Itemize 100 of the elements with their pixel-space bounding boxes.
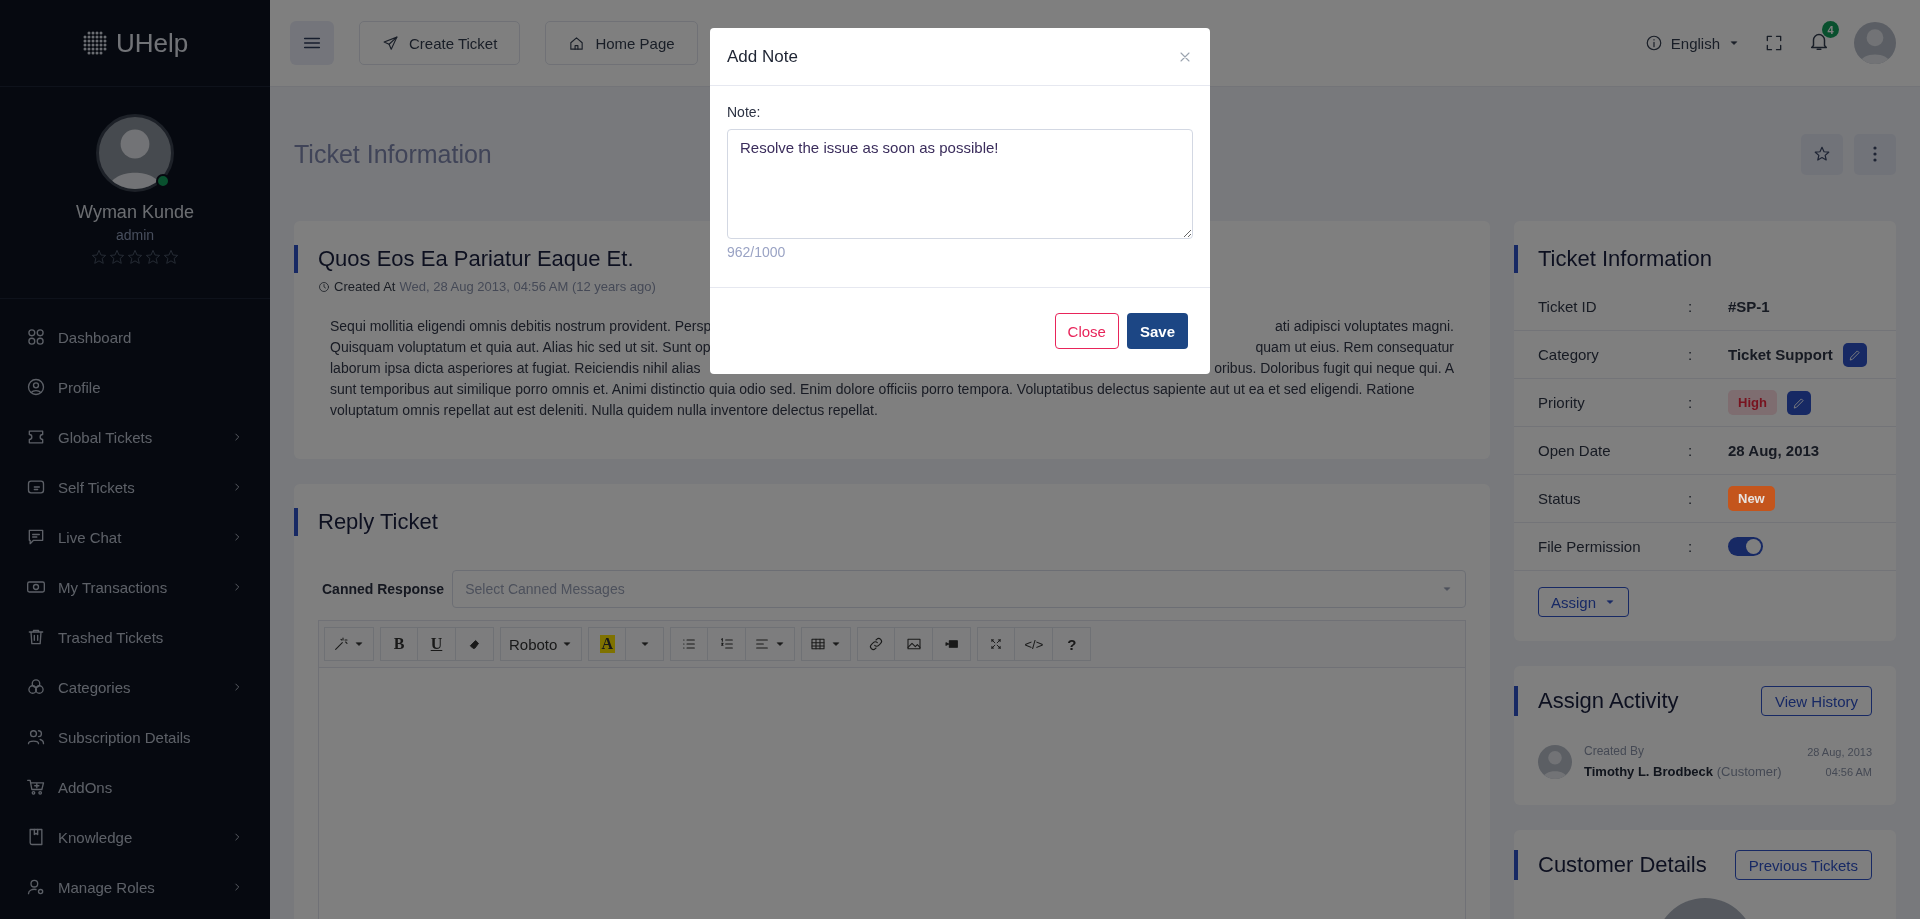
video-button[interactable] — [933, 627, 972, 661]
edit-button[interactable] — [1786, 390, 1811, 415]
nav-item[interactable]: My Transactions — [0, 562, 270, 612]
toggle-switch[interactable] — [1728, 537, 1763, 556]
nav-item[interactable]: Subscription Details — [0, 712, 270, 762]
wand-icon — [333, 636, 349, 652]
star-icon — [109, 249, 125, 265]
star-icon — [145, 249, 161, 265]
clock-icon — [318, 280, 330, 293]
create-ticket-button[interactable]: Create Ticket — [359, 21, 521, 65]
ticket-text: sunt temporibus aut similique porro omnis et. Animi distinctio quia odio sed. Enim dolore officiis porro tempora. Voluptatibus delectus sapiente aut ut ea et sed eligendi. Ratione voluptatum omnis repellat aut est deleniti. Nulla quidem nulla inventore delectus repellat. — [330, 380, 1416, 420]
ticket-text: Sequi mollitia eligendi omnis debitis nostrum provident. Persp — [330, 317, 712, 336]
note-field[interactable]: Resolve the issue as soon as possible! — [727, 129, 1193, 239]
users-icon — [26, 727, 46, 747]
separator-colon: : — [1688, 394, 1694, 411]
bold-button[interactable]: B — [380, 627, 418, 661]
help-button[interactable]: ? — [1053, 627, 1092, 661]
menu-button[interactable] — [290, 21, 334, 65]
separator-colon: : — [1688, 442, 1694, 459]
customer-role: (Customer) — [1716, 764, 1782, 779]
created-label: Created At — [334, 279, 396, 294]
paper-plane-icon — [382, 34, 399, 52]
nav-item[interactable]: Global Tickets — [0, 412, 270, 462]
activity-title: Assign Activity — [1538, 688, 1679, 714]
circles-icon — [26, 677, 46, 697]
image-button[interactable] — [895, 627, 934, 661]
separator-colon: : — [1688, 538, 1694, 555]
previous-tickets-button[interactable]: Previous Tickets — [1734, 850, 1872, 880]
expand-icon — [989, 637, 1004, 651]
activity-time: 04:56 AM — [1825, 765, 1872, 778]
status-badge: New — [1728, 486, 1775, 511]
grid-icon — [26, 327, 46, 347]
character-counter: 962/1000 — [727, 244, 787, 260]
separator-colon: : — [1688, 346, 1694, 363]
info-value: #SP-1 — [1728, 298, 1770, 315]
close-dialog-button[interactable]: Close — [1054, 313, 1119, 349]
info-label: Priority — [1538, 394, 1586, 411]
table-icon — [810, 636, 827, 652]
star-icon — [127, 249, 143, 265]
nav-item[interactable]: Knowledge — [0, 812, 270, 862]
pencil-icon — [1847, 347, 1862, 362]
favorite-button[interactable] — [1801, 133, 1843, 175]
info-label: Status — [1538, 490, 1582, 507]
star-icon — [1813, 145, 1831, 163]
created-date: Wed, 28 Aug 2013, 04:56 AM (12 years ago) — [399, 279, 656, 294]
ticket-text: oribus. Doloribus fugit qui neque qui. A — [1214, 359, 1454, 378]
info-title: Ticket Information — [1538, 246, 1713, 272]
magic-button[interactable] — [324, 627, 374, 661]
home-icon — [568, 34, 586, 52]
language-dropdown[interactable]: English — [1644, 34, 1740, 52]
separator-colon: : — [1688, 490, 1694, 507]
canned-label: Canned Response — [322, 581, 445, 597]
trash-icon — [26, 627, 46, 647]
nav-item[interactable]: Live Chat — [0, 512, 270, 562]
info-icon — [1644, 34, 1663, 52]
save-button[interactable]: Save — [1126, 313, 1188, 349]
underline-button[interactable]: U — [418, 627, 456, 661]
code-view-button[interactable]: </> — [1015, 627, 1054, 661]
nav-item[interactable]: AddOns — [0, 762, 270, 812]
nav-item[interactable]: Manage Roles — [0, 862, 270, 912]
ticket-text: ati adipisci voluptates magni. — [1275, 317, 1454, 336]
customer-name: Timothy L. Brodbeck — [1584, 764, 1714, 779]
eraser-icon — [467, 637, 482, 651]
numbered-list-button[interactable] — [708, 627, 747, 661]
nav-item[interactable]: Self Tickets — [0, 462, 270, 512]
table-button[interactable] — [801, 627, 852, 661]
bullet-list-button[interactable] — [670, 627, 709, 661]
numbered-list-icon — [718, 636, 735, 652]
color-dropdown[interactable] — [626, 627, 665, 661]
assign-dropdown[interactable]: Assign — [1538, 587, 1630, 617]
font-dropdown[interactable]: Roboto — [500, 627, 583, 661]
star-icon — [163, 249, 179, 265]
nav-item[interactable]: Categories — [0, 662, 270, 712]
view-history-button[interactable]: View History — [1760, 686, 1872, 716]
created-by-label: Created By — [1584, 744, 1646, 758]
page-title: Ticket Information — [294, 139, 492, 169]
user-gear-icon — [26, 877, 46, 897]
align-button[interactable] — [746, 627, 796, 661]
brand-name: UHelp — [115, 27, 189, 59]
fullscreen-icon — [1764, 33, 1784, 53]
chat-icon — [26, 527, 46, 547]
edit-button[interactable] — [1842, 342, 1867, 367]
separator-colon: : — [1688, 298, 1694, 315]
eraser-button[interactable] — [456, 627, 494, 661]
info-label: Category — [1538, 346, 1600, 363]
user-circle-icon — [26, 377, 46, 397]
fullscreen-button[interactable] — [977, 627, 1016, 661]
home-page-button[interactable]: Home Page — [545, 21, 698, 65]
color-button[interactable]: A — [588, 627, 627, 661]
info-label: Ticket ID — [1538, 298, 1598, 315]
align-icon — [754, 636, 771, 652]
nav-item[interactable]: Profile — [0, 362, 270, 412]
link-button[interactable] — [857, 627, 896, 661]
note-label: Note: — [727, 104, 762, 120]
customer-title: Customer Details — [1538, 852, 1707, 878]
nav-item[interactable]: Dashboard — [0, 312, 270, 362]
nav-item[interactable]: Trashed Tickets — [0, 612, 270, 662]
activity-date: 28 Aug, 2013 — [1807, 745, 1872, 758]
image-icon — [905, 636, 922, 652]
rich-text-editor[interactable]: B U Roboto A </> ? — [318, 620, 1466, 919]
